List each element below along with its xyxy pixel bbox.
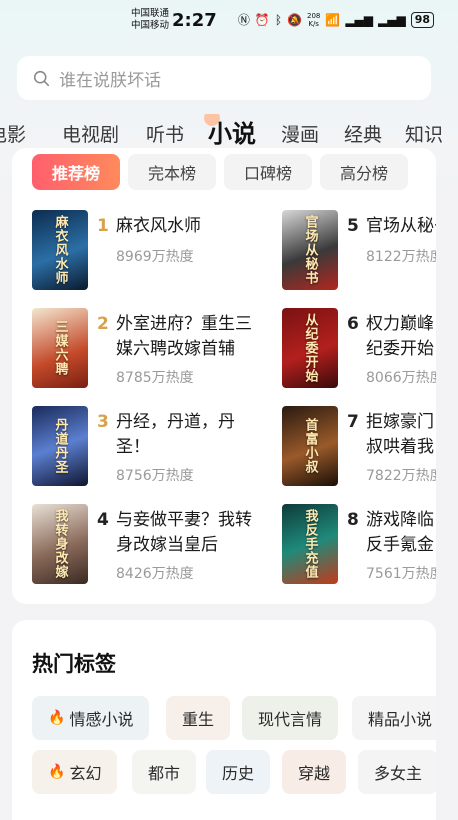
search-placeholder: 谁在说朕坏话: [59, 70, 161, 91]
hot-tags-card: 热门标签 🔥 情感小说 重生 现代言情 精品小说 🔥 玄幻 都市 历史 穿越 多…: [12, 620, 436, 820]
book-rank: 1: [97, 216, 109, 236]
book-rank: 7: [347, 412, 359, 432]
book-item[interactable]: 我反手充值 8 游戏降临反手氪金 7561万热度: [282, 504, 436, 586]
book-heat: 8122万热度: [366, 249, 436, 265]
rank-tab-reputation[interactable]: 口碑榜: [224, 154, 312, 190]
rank-tab-completed[interactable]: 完本榜: [128, 154, 216, 190]
status-icons: Ⓝ ⏰ ᛒ 🔕 208 K/s 📶 ▂▄▆ ▂▄▆ 98: [238, 11, 434, 28]
book-title: 外室进府？重生三媒六聘改嫁首辅: [116, 314, 252, 359]
rank-tabs: 推荐榜 完本榜 口碑榜 高分榜: [32, 154, 408, 190]
book-cover: 三媒六聘: [32, 308, 88, 388]
book-item[interactable]: 官场从秘书 5 官场从秘书 8122万热度: [282, 210, 436, 292]
book-rank: 4: [97, 510, 109, 530]
book-item[interactable]: 丹道丹圣 3 丹经，丹道，丹圣！ 8756万热度: [32, 406, 302, 488]
book-rank: 8: [347, 510, 359, 530]
mute-icon: 🔕: [287, 12, 302, 27]
book-cover: 首富小叔: [282, 406, 338, 486]
book-cover: 我转身改嫁: [32, 504, 88, 584]
book-rank: 3: [97, 412, 109, 432]
tab-audiobook[interactable]: 听书: [146, 120, 184, 147]
wifi-icon: 📶: [325, 12, 341, 27]
book-heat: 8969万热度: [116, 249, 194, 265]
carrier-info: 中国联通 中国移动: [131, 8, 169, 32]
signal-5g-icon: ▂▄▆: [345, 12, 373, 27]
tag-chip[interactable]: 🔥 玄幻: [32, 750, 118, 794]
tag-chip[interactable]: 历史: [206, 750, 271, 794]
hot-tags-title: 热门标签: [32, 652, 116, 676]
book-rank: 6: [347, 314, 359, 334]
tab-classic[interactable]: 经典: [344, 120, 382, 147]
battery-indicator: 98: [410, 11, 434, 28]
tab-comic[interactable]: 漫画: [281, 120, 319, 147]
book-title: 拒嫁豪门叔哄着我: [366, 412, 434, 457]
fire-icon: 🔥: [48, 764, 66, 780]
nfc-icon: Ⓝ: [237, 13, 250, 27]
book-heat: 8756万热度: [116, 468, 194, 484]
book-heat: 7822万热度: [366, 468, 436, 484]
book-title: 与妾做平妻？我转身改嫁当皇后: [116, 510, 252, 555]
ranking-card: 推荐榜 完本榜 口碑榜 高分榜 麻衣风水师 1 麻衣风水师 8969万热度 三媒…: [12, 148, 436, 604]
book-title: 麻衣风水师: [116, 216, 201, 236]
bluetooth-icon: ᛒ: [274, 12, 283, 27]
book-item[interactable]: 麻衣风水师 1 麻衣风水师 8969万热度: [32, 210, 302, 292]
search-icon: [33, 70, 50, 86]
tag-chip[interactable]: 现代言情: [242, 696, 339, 740]
book-title: 官场从秘书: [366, 216, 436, 236]
carrier-2: 中国移动: [131, 20, 170, 31]
signal-4g-icon: ▂▄▆: [378, 12, 406, 27]
tag-chip[interactable]: 🔥 情感小说: [32, 696, 150, 740]
tag-chip[interactable]: 多女主: [358, 750, 436, 794]
alarm-icon: ⏰: [254, 12, 270, 27]
book-item[interactable]: 我转身改嫁 4 与妾做平妻？我转身改嫁当皇后 8426万热度: [32, 504, 302, 586]
tab-novel[interactable]: 小说: [204, 114, 256, 149]
book-cover: 麻衣风水师: [32, 210, 88, 290]
book-heat: 8426万热度: [116, 566, 194, 582]
tag-chip[interactable]: 重生: [166, 696, 231, 740]
tab-knowledge[interactable]: 知识: [405, 120, 443, 147]
tab-tv[interactable]: 电视剧: [62, 120, 119, 147]
status-bar: 中国联通 中国移动 2:27 Ⓝ ⏰ ᛒ 🔕 208 K/s 📶 ▂▄▆ ▂▄▆…: [0, 0, 458, 42]
tag-chip[interactable]: 穿越: [282, 750, 347, 794]
book-heat: 7561万热度: [366, 566, 436, 582]
tag-chip[interactable]: 都市: [132, 750, 197, 794]
book-cover: 丹道丹圣: [32, 406, 88, 486]
book-rank: 2: [97, 314, 109, 334]
net-speed: 208 K/s: [306, 11, 321, 28]
book-item[interactable]: 从纪委开始 6 权力巅峰纪委开始 8066万热度: [282, 308, 436, 390]
rank-tab-high-score[interactable]: 高分榜: [320, 154, 408, 190]
tab-movie[interactable]: 电影: [0, 120, 26, 147]
rank-tab-recommended[interactable]: 推荐榜: [32, 154, 120, 190]
search-input[interactable]: 谁在说朕坏话: [17, 56, 431, 100]
book-cover: 从纪委开始: [282, 308, 338, 388]
fire-icon: 🔥: [48, 710, 66, 726]
book-item[interactable]: 首富小叔 7 拒嫁豪门叔哄着我 7822万热度: [282, 406, 436, 488]
tag-chip[interactable]: 精品小说: [352, 696, 436, 740]
book-title: 丹经，丹道，丹圣！: [116, 412, 235, 457]
book-rank: 5: [347, 216, 359, 236]
book-cover: 官场从秘书: [282, 210, 338, 290]
book-heat: 8066万热度: [366, 370, 436, 386]
carrier-1: 中国联通: [131, 8, 170, 19]
book-title: 游戏降临反手氪金: [366, 510, 434, 555]
book-cover: 我反手充值: [282, 504, 338, 584]
book-title: 权力巅峰纪委开始: [366, 314, 434, 359]
book-item[interactable]: 三媒六聘 2 外室进府？重生三媒六聘改嫁首辅 8785万热度: [32, 308, 302, 390]
status-time: 2:27: [172, 10, 217, 31]
book-heat: 8785万热度: [116, 370, 194, 386]
